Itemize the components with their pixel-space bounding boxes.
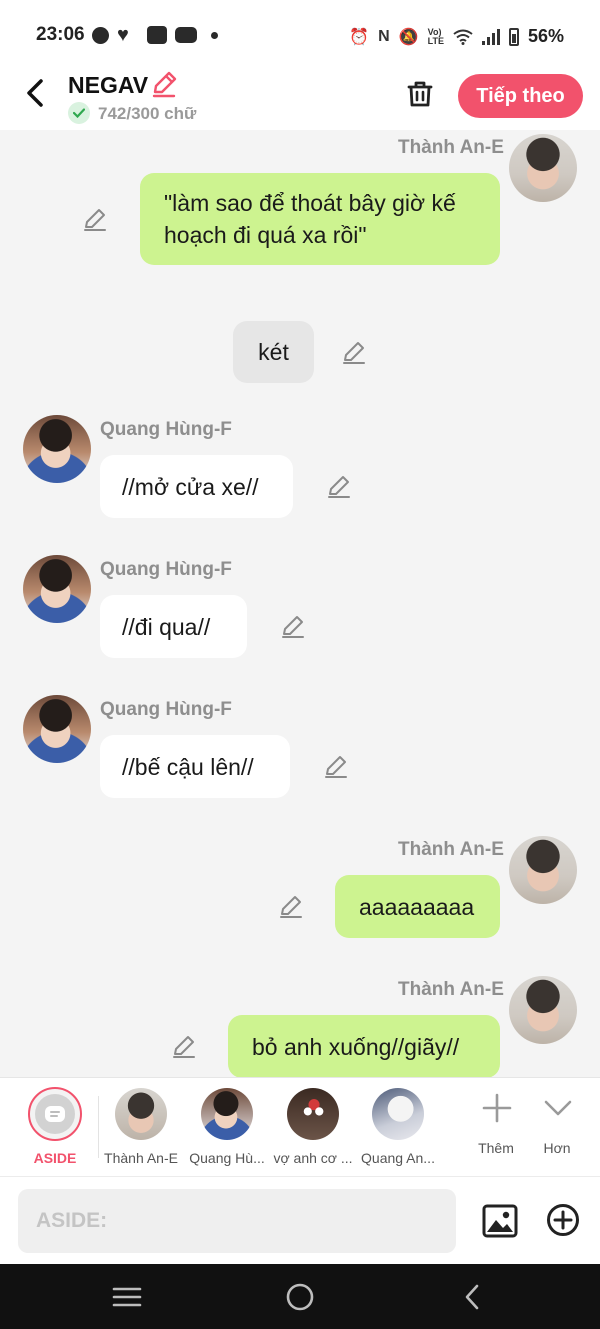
pencil-icon[interactable] <box>278 893 304 919</box>
avatar[interactable] <box>23 695 91 763</box>
input-bar <box>0 1176 600 1264</box>
add-label: Thêm <box>478 1140 514 1156</box>
avatar <box>287 1088 339 1140</box>
battery-icon <box>508 27 519 46</box>
next-button[interactable]: Tiếp theo <box>458 74 583 118</box>
navigation-bar <box>0 1264 600 1329</box>
home-button[interactable] <box>284 1282 316 1312</box>
chat-area[interactable]: Thành An-E "làm sao để thoát bây giờ kế … <box>0 130 600 1077</box>
aside-label: ASIDE <box>33 1150 77 1166</box>
pencil-icon[interactable] <box>280 613 306 639</box>
message-bubble[interactable]: "làm sao để thoát bây giờ kế hoạch đi qu… <box>140 173 500 265</box>
avatar[interactable] <box>23 415 91 483</box>
home-circle-icon <box>286 1283 314 1311</box>
youtube-icon <box>175 27 197 43</box>
menu-icon <box>112 1287 142 1307</box>
character-label: Quang An... <box>361 1150 435 1166</box>
word-count: 742/300 chữ <box>98 104 197 123</box>
edit-title-icon[interactable] <box>150 70 178 98</box>
message-icon <box>147 26 167 44</box>
signal-icon <box>481 28 500 45</box>
avatar <box>115 1088 167 1140</box>
system-back-button[interactable] <box>456 1282 488 1312</box>
trash-icon[interactable] <box>404 78 436 110</box>
avatar[interactable] <box>23 555 91 623</box>
back-button[interactable] <box>20 76 50 110</box>
editor-header: NEGAV 742/300 chữ Tiếp theo <box>0 70 600 130</box>
wifi-icon <box>453 29 473 45</box>
aside-icon <box>45 1106 65 1122</box>
narration-bubble[interactable]: két <box>233 321 314 383</box>
more-label: Hơn <box>543 1140 571 1156</box>
avatar[interactable] <box>509 134 577 202</box>
image-icon[interactable] <box>482 1203 518 1239</box>
story-title: NEGAV <box>68 72 149 98</box>
pencil-icon[interactable] <box>341 339 367 365</box>
character-label: Thành An-E <box>104 1150 178 1166</box>
volte-icon: Vo) LTE <box>427 26 444 46</box>
character-label: vợ anh cơ ... <box>273 1150 353 1166</box>
aside-input[interactable] <box>18 1189 456 1253</box>
character-item[interactable]: Thành An-E <box>98 1078 184 1177</box>
message-sender: Thành An-E <box>398 979 504 1000</box>
message-bubble[interactable]: bỏ anh xuống//giãy// <box>228 1015 500 1077</box>
mute-icon: 🔕 <box>398 28 419 46</box>
message-sender: Thành An-E <box>398 839 504 860</box>
aside-selector[interactable]: ASIDE <box>0 1078 98 1177</box>
avatar <box>372 1088 424 1140</box>
character-item[interactable]: Quang Hù... <box>184 1078 270 1177</box>
check-icon <box>68 102 90 124</box>
avatar[interactable] <box>509 976 577 1044</box>
status-time: 23:06 <box>36 24 85 45</box>
pencil-icon[interactable] <box>326 473 352 499</box>
more-button[interactable]: Hơn <box>527 1078 587 1177</box>
message-bubble[interactable]: //mở cửa xe// <box>100 455 293 518</box>
pencil-icon[interactable] <box>171 1033 197 1059</box>
message-bubble[interactable]: aaaaaaaaa <box>335 875 500 938</box>
pencil-icon[interactable] <box>82 206 108 232</box>
character-label: Quang Hù... <box>189 1150 265 1166</box>
plus-icon <box>482 1093 512 1123</box>
heart-app-icon: ♥ <box>117 24 129 46</box>
add-character-button[interactable]: Thêm <box>466 1078 526 1177</box>
message-sender: Quang Hùng-F <box>100 559 232 580</box>
character-item[interactable]: vợ anh cơ ... <box>270 1078 356 1177</box>
avatar <box>201 1088 253 1140</box>
nfc-icon: N <box>378 27 390 45</box>
message-sender: Quang Hùng-F <box>100 419 232 440</box>
message-sender: Thành An-E <box>398 137 504 158</box>
recent-apps-button[interactable] <box>111 1282 143 1312</box>
message-sender: Quang Hùng-F <box>100 699 232 720</box>
message-bubble[interactable]: //bế cậu lên// <box>100 735 290 798</box>
pencil-icon[interactable] <box>323 753 349 779</box>
status-bar: 23:06 ♥ ⏰ N 🔕 Vo) LTE 56% <box>0 0 600 70</box>
message-bubble[interactable]: //đi qua// <box>100 595 247 658</box>
battery-percent: 56% <box>527 26 564 46</box>
avatar[interactable] <box>509 836 577 904</box>
chevron-left-icon <box>465 1284 479 1310</box>
alarm-icon: ⏰ <box>349 28 370 46</box>
chevron-left-icon <box>27 79 43 107</box>
character-item[interactable]: Quang An... <box>355 1078 441 1177</box>
dot-icon <box>211 31 218 39</box>
facebook-icon <box>92 26 109 44</box>
character-bar: ASIDE Thành An-E Quang Hù... vợ anh cơ .… <box>0 1077 600 1176</box>
chevron-down-icon <box>544 1100 572 1116</box>
add-circle-icon[interactable] <box>546 1203 580 1237</box>
